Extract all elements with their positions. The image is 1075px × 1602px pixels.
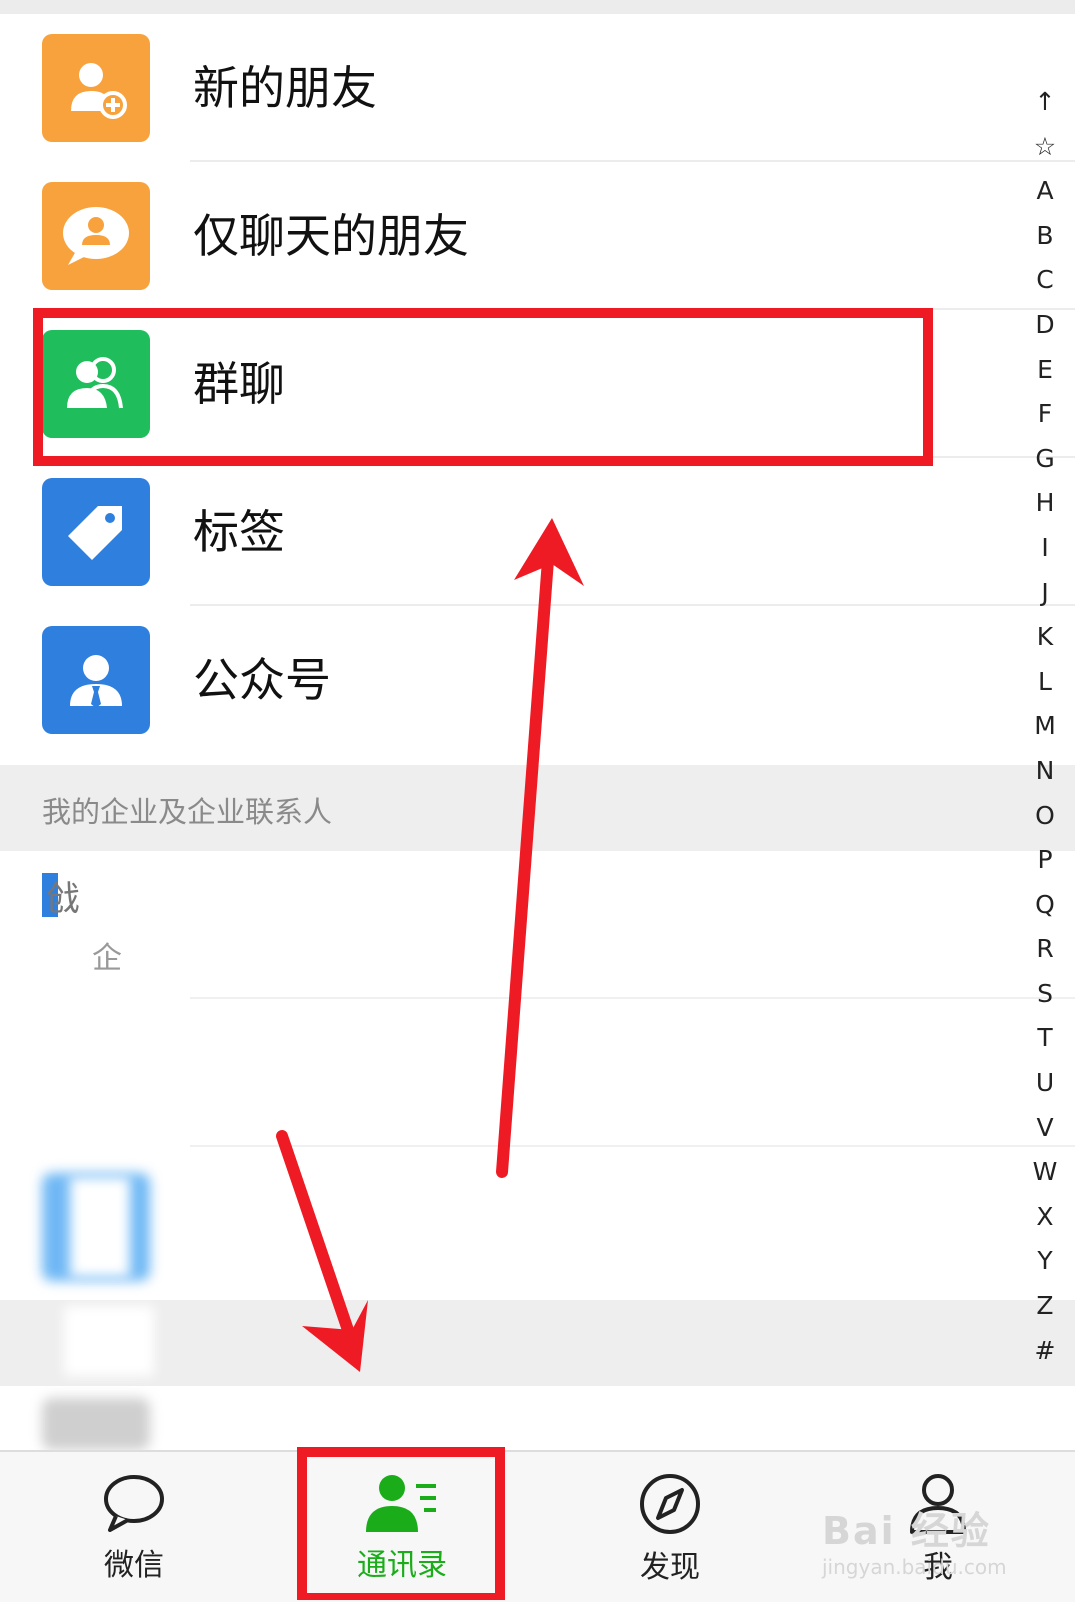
index-letter[interactable]: E [1015,348,1075,393]
index-letter[interactable]: V [1015,1106,1075,1151]
index-letter[interactable]: Q [1015,883,1075,928]
menu-item-label: 群聊 [193,357,285,411]
official-account-icon [42,626,150,734]
index-letter[interactable]: R [1015,927,1075,972]
index-letter[interactable]: F [1015,392,1075,437]
alphabet-index[interactable]: ↑ ☆ A B C D E F G H I J K L M N O P Q R S T U V W X Y Z # [1015,80,1075,1373]
menu-item-tags[interactable]: 标签 [0,458,1075,606]
index-letter[interactable]: Y [1015,1239,1075,1284]
blur-patch [70,1177,130,1277]
index-letter[interactable]: W [1015,1150,1075,1195]
index-letter[interactable]: G [1015,437,1075,482]
index-letter[interactable]: Z [1015,1284,1075,1329]
index-letter[interactable]: J [1015,571,1075,616]
top-strip [0,0,1075,14]
section-header-blurred [0,1300,1075,1386]
watermark-url: jingyan.baidu.com [822,1555,1007,1579]
index-letter[interactable]: I [1015,526,1075,571]
section-title: 我的企业及企业联系人 [42,795,333,829]
menu-item-label: 标签 [193,505,285,559]
index-letter[interactable]: H [1015,481,1075,526]
index-letter[interactable]: C [1015,258,1075,303]
chat-bubble-icon [104,1475,164,1532]
tab-contacts[interactable]: 通讯录 [302,1472,502,1592]
index-letter[interactable]: ↑ [1015,80,1075,125]
list-item[interactable]: 戗 企 [0,851,1075,999]
blurred-text: 戗 [46,879,80,919]
contacts-icon [366,1475,436,1532]
index-letter[interactable]: S [1015,972,1075,1017]
index-letter[interactable]: K [1015,615,1075,660]
index-letter[interactable]: B [1015,214,1075,259]
tab-label: 微信 [104,1548,164,1583]
menu-item-new-friends[interactable]: 新的朋友 [0,14,1075,162]
index-letter[interactable]: P [1015,838,1075,883]
index-letter[interactable]: X [1015,1195,1075,1240]
list-item[interactable] [0,999,1075,1147]
watermark-logo: Bai 经验 [822,1509,991,1553]
menu-item-label: 仅聊天的朋友 [193,209,469,263]
index-letter[interactable]: ☆ [1015,125,1075,170]
tag-icon [42,478,150,586]
list-item[interactable] [0,1386,1075,1450]
blur-patch [64,1306,154,1376]
group-chat-icon [42,330,150,438]
watermark: Bai 经验 jingyan.baidu.com [822,1500,1007,1579]
index-letter[interactable]: L [1015,660,1075,705]
tab-label: 通讯录 [357,1548,447,1583]
section-header: 我的企业及企业联系人 [0,765,1075,851]
index-letter[interactable]: T [1015,1016,1075,1061]
menu-item-official-accounts[interactable]: 公众号 [0,606,1075,754]
index-letter[interactable]: M [1015,704,1075,749]
index-letter[interactable]: # [1015,1329,1075,1374]
index-letter[interactable]: N [1015,749,1075,794]
add-friend-icon [42,34,150,142]
avatar [42,1398,150,1450]
compass-icon [640,1474,700,1534]
menu-item-group-chat[interactable]: 群聊 [0,310,1075,458]
menu-item-label: 公众号 [193,653,331,707]
index-letter[interactable]: U [1015,1061,1075,1106]
index-letter[interactable]: D [1015,303,1075,348]
tab-discover[interactable]: 发现 [570,1472,770,1592]
list-item[interactable] [0,1147,1075,1300]
menu-item-chat-only-friends[interactable]: 仅聊天的朋友 [0,162,1075,310]
tab-label: 发现 [640,1550,700,1585]
index-letter[interactable]: A [1015,169,1075,214]
menu-item-label: 新的朋友 [193,61,377,115]
blurred-text: 企 [92,941,122,976]
tab-chats[interactable]: 微信 [34,1472,234,1592]
index-letter[interactable]: O [1015,794,1075,839]
chat-friend-icon [42,182,150,290]
